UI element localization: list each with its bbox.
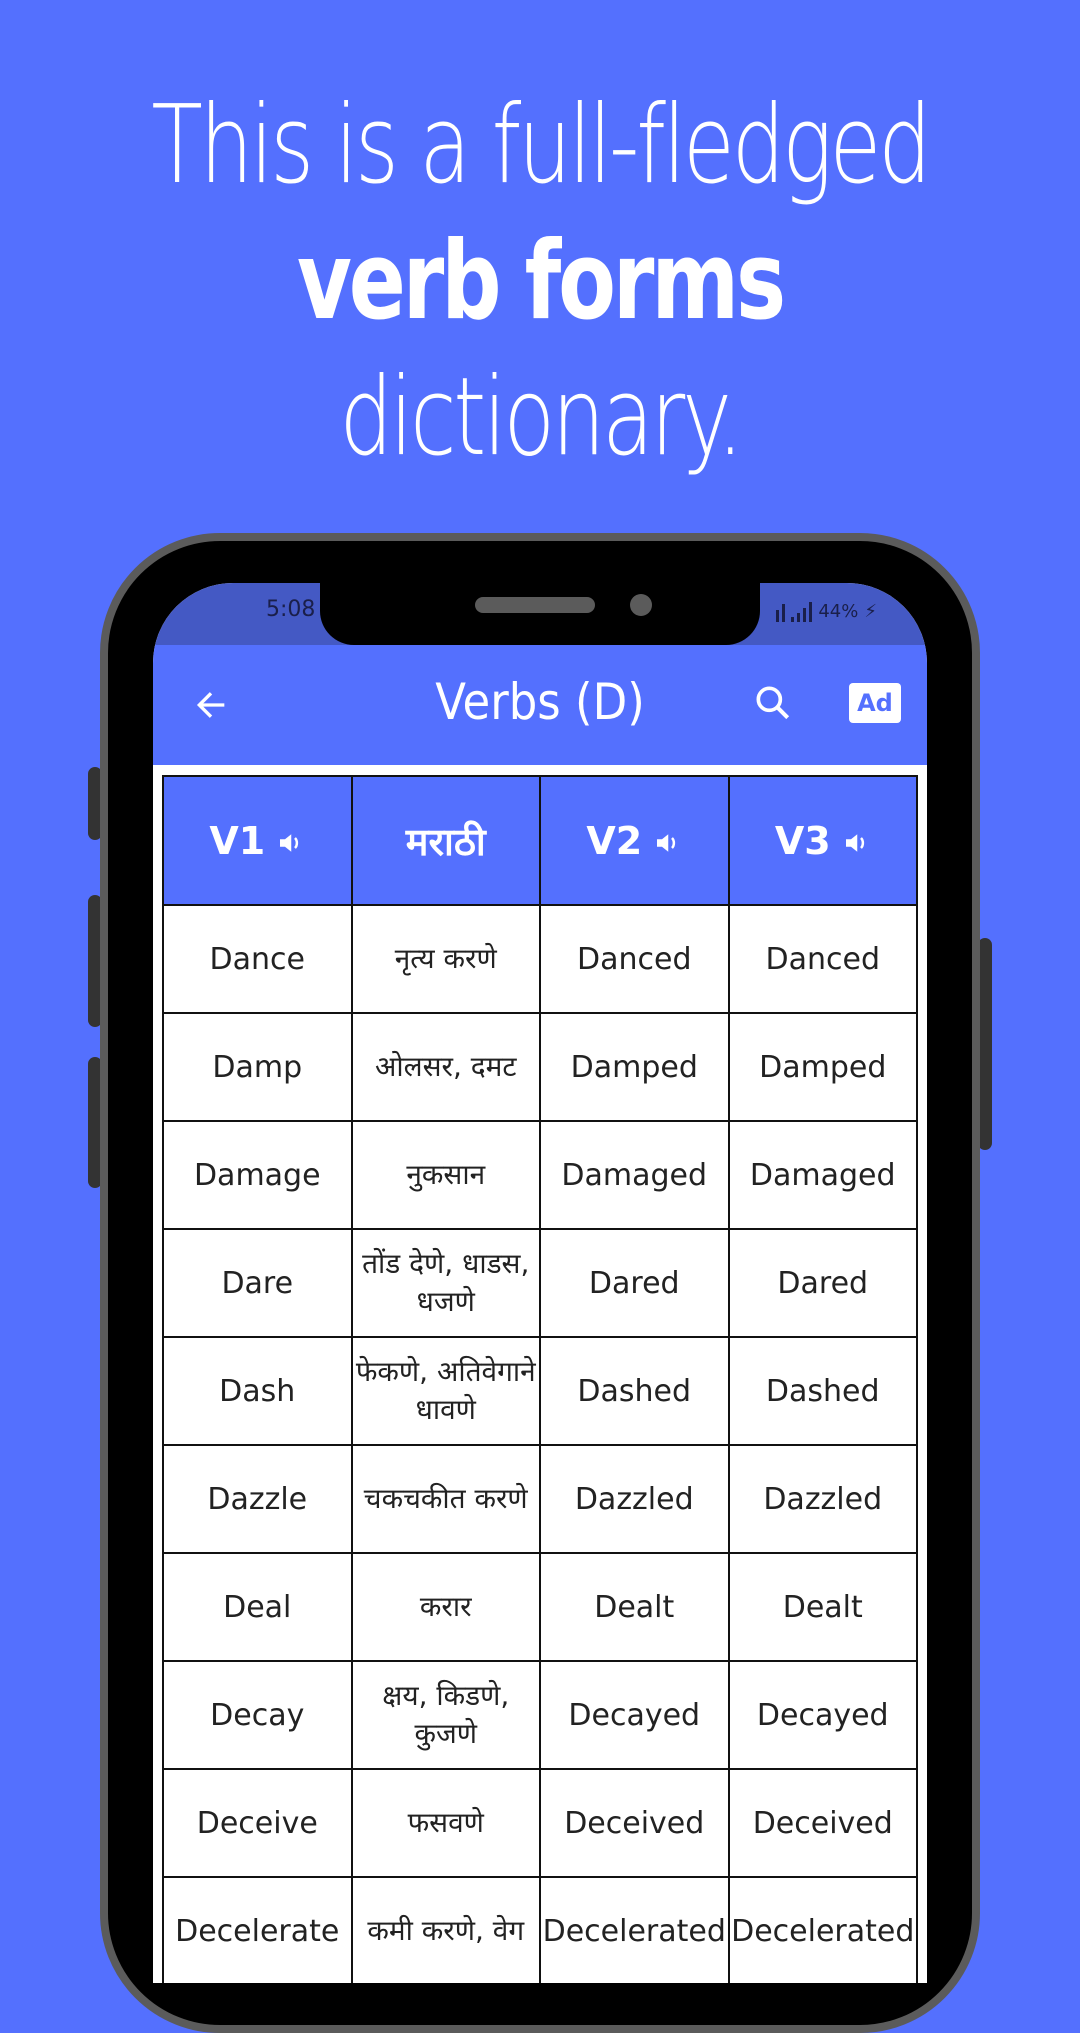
headline-line-3: dictionary.	[339, 355, 743, 480]
cell-v3: Dashed	[727, 1336, 918, 1446]
table-row[interactable]: Decay क्षय, किडणे, कुजणे Decayed Decayed	[162, 1660, 918, 1770]
marathi-text: चकचकीत करणे	[363, 1482, 528, 1515]
headline-line-2: verb forms	[296, 219, 786, 344]
marathi-text: फेकणे, अतिवेगाने धावणे	[355, 1355, 536, 1426]
app-bar: Verbs (D) Ad	[153, 645, 927, 765]
cell-v1: Dazzle	[162, 1444, 353, 1554]
marathi-text: नुकसान	[406, 1158, 486, 1191]
promo-headline: This is a full-fledged verb forms dictio…	[0, 78, 1080, 486]
table-row[interactable]: Deal करार Dealt Dealt	[162, 1552, 918, 1662]
table-row[interactable]: Dazzle चकचकीत करणे Dazzled Dazzled	[162, 1444, 918, 1554]
phone-screen: 5:08 44% ⚡ Verbs (D) Ad V1 मराठी V2 V3 D…	[153, 583, 927, 1983]
cell-v2: Dashed	[539, 1336, 730, 1446]
speaker-icon[interactable]	[841, 828, 871, 858]
cell-v3: Decayed	[727, 1660, 918, 1770]
phone-side-button	[978, 938, 992, 1150]
cell-v1: Decay	[162, 1660, 353, 1770]
cell-v2: Danced	[539, 904, 730, 1014]
table-row[interactable]: Dare तोंड देणे, धाडस, धजणे Dared Dared	[162, 1228, 918, 1338]
table-header-row: V1 मराठी V2 V3	[162, 775, 918, 906]
headline-line-1: This is a full-fledged	[151, 83, 931, 208]
cell-marathi: करार	[350, 1552, 541, 1662]
charging-bolt-icon: ⚡	[864, 601, 877, 622]
cell-v2: Damped	[539, 1012, 730, 1122]
marathi-text: फसवणे	[407, 1806, 484, 1839]
table-row[interactable]: Decelerate कमी करणे, वेग Decelerated Decele…	[162, 1876, 918, 1983]
cell-v2: Decelerated	[539, 1876, 730, 1983]
table-row[interactable]: Damage नुकसान Damaged Damaged	[162, 1120, 918, 1230]
cell-v1: Damage	[162, 1120, 353, 1230]
cell-v2: Dealt	[539, 1552, 730, 1662]
system-icons: 44% ⚡	[776, 601, 877, 622]
header-v1[interactable]: V1	[162, 775, 353, 906]
status-time: 5:08	[266, 597, 316, 622]
marathi-text: क्षय, किडणे, कुजणे	[382, 1679, 510, 1750]
cell-v2: Deceived	[539, 1768, 730, 1878]
cell-v3: Damaged	[727, 1120, 918, 1230]
speaker-icon[interactable]	[652, 828, 682, 858]
table-row[interactable]: Dance नृत्य करणे Danced Danced	[162, 904, 918, 1014]
marathi-text: नृत्य करणे	[394, 942, 497, 975]
cell-v1: Deceive	[162, 1768, 353, 1878]
cell-v3: Dealt	[727, 1552, 918, 1662]
battery-level: 44%	[818, 601, 859, 622]
wifi-signal-icon	[776, 602, 786, 622]
cell-marathi: नुकसान	[350, 1120, 541, 1230]
marathi-text: तोंड देणे, धाडस, धजणे	[362, 1247, 530, 1318]
speaker-grille	[475, 597, 595, 613]
cell-marathi: चकचकीत करणे	[350, 1444, 541, 1554]
cell-v3: Danced	[727, 904, 918, 1014]
verb-table: V1 मराठी V2 V3 Dance नृत्य करणे Danced Danc…	[162, 775, 918, 1983]
cell-v1: Dash	[162, 1336, 353, 1446]
cell-v3: Damped	[727, 1012, 918, 1122]
cell-marathi: फसवणे	[350, 1768, 541, 1878]
speaker-icon[interactable]	[275, 828, 305, 858]
cell-v3: Decelerated	[727, 1876, 918, 1983]
front-camera	[630, 594, 652, 616]
cell-v1: Dare	[162, 1228, 353, 1338]
header-marathi: मराठी	[350, 775, 541, 906]
cell-v3: Dazzled	[727, 1444, 918, 1554]
cell-marathi: फेकणे, अतिवेगाने धावणे	[350, 1336, 541, 1446]
cell-v2: Dazzled	[539, 1444, 730, 1554]
cell-v1: Decelerate	[162, 1876, 353, 1983]
cell-v2: Damaged	[539, 1120, 730, 1230]
header-v3[interactable]: V3	[727, 775, 918, 906]
cell-v1: Deal	[162, 1552, 353, 1662]
cell-marathi: तोंड देणे, धाडस, धजणे	[350, 1228, 541, 1338]
cell-marathi: ओलसर, दमट	[350, 1012, 541, 1122]
cell-signal-icon	[791, 602, 813, 622]
table-row[interactable]: Deceive फसवणे Deceived Deceived	[162, 1768, 918, 1878]
cell-v1: Damp	[162, 1012, 353, 1122]
search-icon[interactable]	[751, 681, 795, 725]
cell-v2: Decayed	[539, 1660, 730, 1770]
cell-marathi: नृत्य करणे	[350, 904, 541, 1014]
remove-ads-button[interactable]: Ad	[849, 683, 901, 723]
camera-notch	[320, 583, 760, 645]
marathi-text: ओलसर, दमट	[374, 1050, 517, 1083]
marathi-text: करार	[419, 1590, 472, 1623]
table-row[interactable]: Dash फेकणे, अतिवेगाने धावणे Dashed Dashed	[162, 1336, 918, 1446]
cell-v1: Dance	[162, 904, 353, 1014]
marathi-text: कमी करणे, वेग	[367, 1914, 525, 1947]
cell-marathi: कमी करणे, वेग	[350, 1876, 541, 1983]
status-bar: 5:08 44% ⚡	[153, 583, 927, 645]
cell-v3: Dared	[727, 1228, 918, 1338]
cell-v3: Deceived	[727, 1768, 918, 1878]
header-v2[interactable]: V2	[539, 775, 730, 906]
table-row[interactable]: Damp ओलसर, दमट Damped Damped	[162, 1012, 918, 1122]
cell-v2: Dared	[539, 1228, 730, 1338]
cell-marathi: क्षय, किडणे, कुजणे	[350, 1660, 541, 1770]
